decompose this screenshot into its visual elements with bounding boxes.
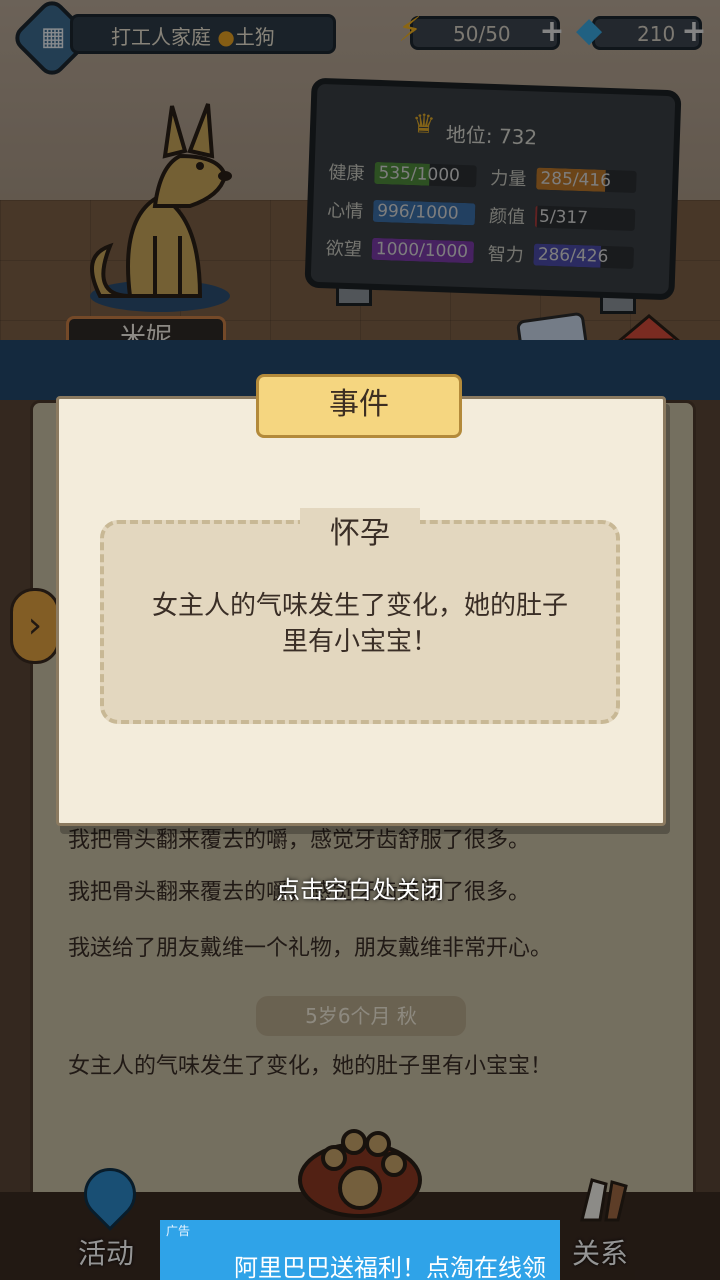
event-header: 事件 (256, 374, 462, 438)
close-hint: 点击空白处关闭 (276, 876, 444, 904)
event-title: 怀孕 (300, 508, 420, 552)
event-description: 女主人的气味发生了变化，她的肚子里有小宝宝！ (151, 591, 568, 657)
ad-text: 阿里巴巴送福利！点淘在线领 (234, 1254, 546, 1280)
ad-banner[interactable]: 广告 阿里巴巴送福利！点淘在线领 (160, 1220, 560, 1280)
ad-tag: 广告 (166, 1224, 191, 1238)
